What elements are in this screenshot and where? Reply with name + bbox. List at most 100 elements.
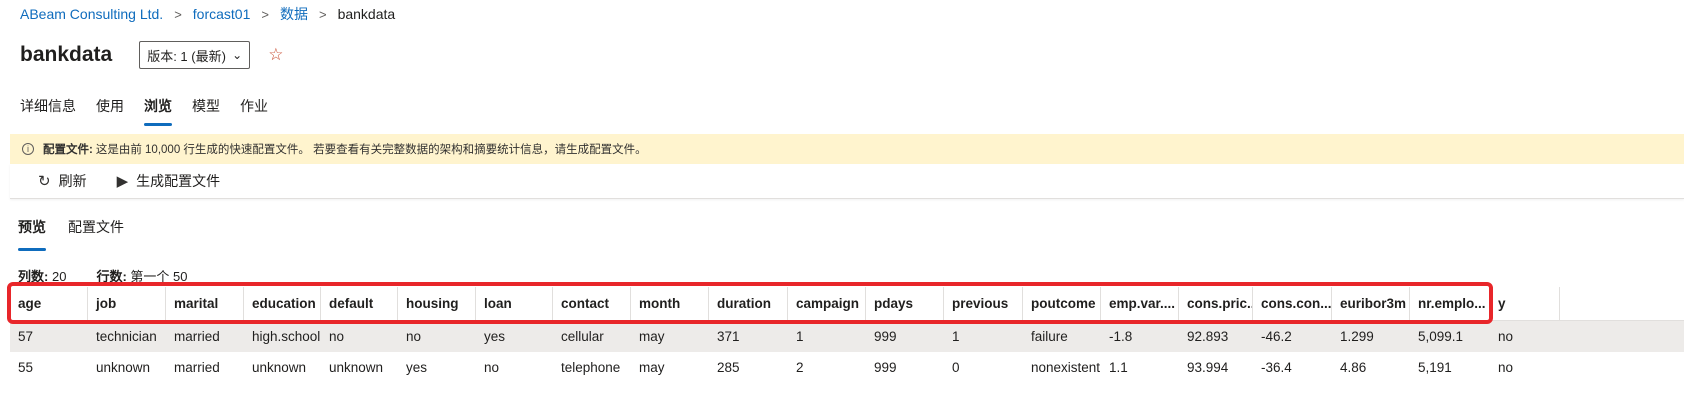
column-header[interactable]: marital — [166, 287, 244, 320]
tab-jobs[interactable]: 作业 — [240, 96, 268, 124]
breadcrumb-data-link[interactable]: 数据 — [280, 4, 308, 24]
toolbar: ↻ 刷新 ▶ 生成配置文件 — [10, 164, 1684, 199]
table-cell: 92.893 — [1187, 329, 1229, 344]
table-cell: 4.86 — [1340, 360, 1367, 375]
table-cell: cellular — [561, 329, 604, 344]
column-count: 列数: 20 — [18, 266, 66, 285]
grid-header-row: age job marital education default housing loan… — [10, 287, 1684, 321]
dataset-counts: 列数: 20 行数: 第一个 50 — [18, 266, 217, 285]
refresh-icon: ↻ — [38, 173, 51, 190]
table-cell: 0 — [952, 360, 960, 375]
tab-preview[interactable]: 预览 — [18, 217, 46, 251]
column-header[interactable]: age — [10, 287, 88, 320]
chevron-down-icon: ⌄ — [232, 48, 243, 62]
table-cell: no — [1498, 360, 1514, 375]
profile-info-banner: i 配置文件: 这是由前 10,000 行生成的快速配置文件。 若要查看有关完整… — [10, 134, 1684, 164]
column-header[interactable]: y — [1490, 287, 1560, 320]
column-header[interactable]: cons.pric... — [1179, 287, 1253, 320]
row-count-value: 第一个 50 — [130, 269, 188, 284]
table-cell: nonexistent — [1031, 360, 1101, 375]
banner-text: 这是由前 10,000 行生成的快速配置文件。 若要查看有关完整数据的架构和摘要… — [95, 144, 647, 156]
tab-details[interactable]: 详细信息 — [20, 96, 76, 124]
table-cell: 5,099.1 — [1418, 329, 1464, 344]
table-cell: 57 — [18, 329, 34, 344]
table-cell: no — [484, 360, 500, 375]
breadcrumb-current: bankdata — [337, 6, 396, 22]
table-cell: -36.4 — [1261, 360, 1292, 375]
table-cell: 999 — [874, 329, 897, 344]
table-cell: no — [1498, 329, 1514, 344]
tab-consume[interactable]: 使用 — [96, 96, 124, 124]
table-cell: 285 — [717, 360, 740, 375]
version-dropdown[interactable]: 版本: 1 (最新) ⌄ — [139, 41, 251, 69]
table-cell: no — [406, 329, 422, 344]
column-header[interactable]: duration — [709, 287, 788, 320]
table-row[interactable]: 55 unknown married unknown unknown yes no telep… — [10, 352, 1684, 383]
row-count-label: 行数: — [96, 269, 127, 284]
column-header[interactable]: cons.con... — [1253, 287, 1332, 320]
chevron-right-icon: > — [174, 6, 182, 22]
generate-profile-button[interactable]: ▶ 生成配置文件 — [117, 171, 221, 191]
version-dropdown-value: 版本: 1 (最新) — [147, 48, 226, 64]
table-cell: may — [639, 329, 665, 344]
column-header[interactable]: euribor3m — [1332, 287, 1410, 320]
table-cell: married — [174, 360, 220, 375]
table-cell: high.school — [252, 329, 321, 344]
banner-label: 配置文件: — [43, 144, 93, 156]
breadcrumb-workspace-link[interactable]: forcast01 — [193, 6, 251, 22]
table-cell: unknown — [96, 360, 151, 375]
table-cell: no — [329, 329, 345, 344]
table-cell: telephone — [561, 360, 621, 375]
column-header[interactable]: pdays — [866, 287, 944, 320]
table-cell: 2 — [796, 360, 804, 375]
column-header[interactable]: campaign — [788, 287, 866, 320]
refresh-label: 刷新 — [58, 173, 87, 189]
play-icon: ▶ — [116, 173, 129, 190]
column-header[interactable]: housing — [398, 287, 476, 320]
column-count-label: 列数: — [18, 269, 49, 284]
table-cell: 999 — [874, 360, 897, 375]
breadcrumb-org-link[interactable]: ABeam Consulting Ltd. — [20, 6, 163, 22]
refresh-button[interactable]: ↻ 刷新 — [38, 171, 87, 191]
table-cell: 1.299 — [1340, 329, 1374, 344]
table-cell: -1.8 — [1109, 329, 1133, 344]
column-header[interactable]: previous — [944, 287, 1023, 320]
column-header[interactable]: contact — [553, 287, 631, 320]
data-preview-grid: age job marital education default housing loan… — [10, 287, 1684, 383]
page-title: bankdata — [20, 43, 113, 66]
title-row: bankdata 版本: 1 (最新) ⌄ ☆ — [20, 40, 283, 70]
table-cell: 5,191 — [1418, 360, 1452, 375]
column-header[interactable]: loan — [476, 287, 553, 320]
table-cell: married — [174, 329, 220, 344]
table-cell: -46.2 — [1261, 329, 1292, 344]
column-header[interactable]: poutcome — [1023, 287, 1101, 320]
star-icon[interactable]: ☆ — [268, 45, 283, 65]
column-header[interactable]: default — [321, 287, 398, 320]
main-tabs: 详细信息 使用 浏览 模型 作业 — [20, 96, 288, 126]
column-header[interactable]: month — [631, 287, 709, 320]
column-count-value: 20 — [51, 269, 67, 284]
chevron-right-icon: > — [318, 6, 327, 22]
table-cell: 55 — [18, 360, 34, 375]
table-row[interactable]: 57 technician married high.school no no yes cel… — [10, 321, 1684, 352]
column-header[interactable]: emp.var.... — [1101, 287, 1179, 320]
table-cell: technician — [96, 329, 157, 344]
table-cell: unknown — [252, 360, 307, 375]
table-cell: may — [639, 360, 665, 375]
column-header[interactable]: job — [88, 287, 166, 320]
table-cell: yes — [484, 329, 506, 344]
column-header[interactable]: nr.emplo... — [1410, 287, 1490, 320]
table-cell: 1.1 — [1109, 360, 1128, 375]
info-icon: i — [22, 143, 34, 155]
table-cell: 1 — [796, 329, 804, 344]
table-cell: yes — [406, 360, 428, 375]
chevron-right-icon: > — [261, 6, 269, 22]
breadcrumb: ABeam Consulting Ltd. > forcast01 > 数据 >… — [20, 4, 395, 24]
column-header[interactable]: education — [244, 287, 321, 320]
table-cell: 93.994 — [1187, 360, 1229, 375]
generate-profile-label: 生成配置文件 — [136, 173, 221, 189]
table-cell: failure — [1031, 329, 1068, 344]
tab-explore[interactable]: 浏览 — [144, 96, 172, 126]
tab-profile[interactable]: 配置文件 — [68, 217, 124, 247]
tab-models[interactable]: 模型 — [192, 96, 220, 124]
